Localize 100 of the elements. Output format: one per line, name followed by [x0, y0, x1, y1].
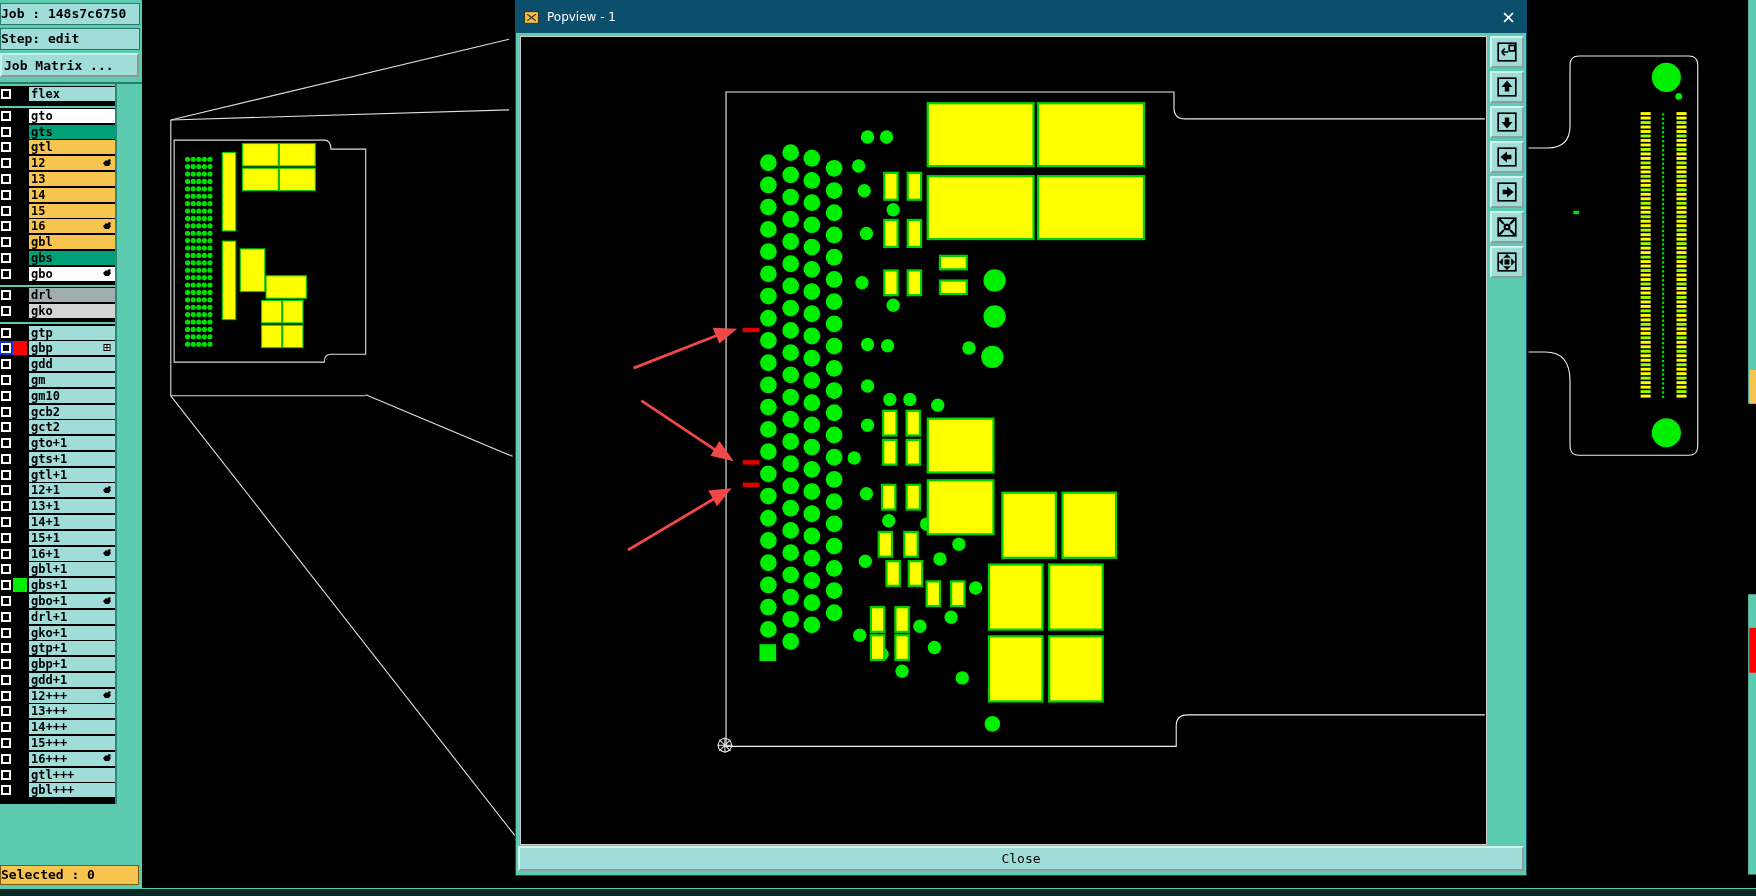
- layer-name[interactable]: gbp: [29, 341, 115, 356]
- layer-checkbox[interactable]: [1, 453, 11, 464]
- layer-checkbox[interactable]: [1, 268, 11, 279]
- layer-checkbox[interactable]: [1, 564, 11, 575]
- layer-name[interactable]: gto+1: [29, 436, 115, 451]
- close-button[interactable]: Close: [518, 846, 1524, 871]
- layer-name[interactable]: 13: [29, 172, 115, 186]
- layer-name[interactable]: gts: [29, 124, 115, 139]
- layer-checkbox[interactable]: [1, 501, 11, 512]
- layer-checkbox[interactable]: [1, 674, 11, 685]
- layer-name[interactable]: 12+++: [29, 688, 115, 703]
- layer-checkbox[interactable]: [1, 189, 11, 200]
- layer-checkbox[interactable]: [1, 327, 11, 338]
- layer-name[interactable]: 12+1: [29, 483, 115, 498]
- layer-checkbox[interactable]: [1, 722, 11, 733]
- layer-checkbox[interactable]: [1, 438, 11, 449]
- layer-checkbox[interactable]: [1, 126, 11, 137]
- layer-name[interactable]: gbs: [29, 250, 115, 265]
- layer-checkbox[interactable]: [1, 485, 11, 496]
- layer-checkbox[interactable]: [1, 627, 11, 638]
- toolbar-button[interactable]: [1490, 246, 1524, 278]
- layer-name[interactable]: flex: [29, 87, 115, 102]
- layer-checkbox[interactable]: [1, 738, 11, 748]
- layer-checkbox[interactable]: [1, 290, 11, 301]
- layer-name[interactable]: drl+1: [29, 609, 115, 624]
- layer-name[interactable]: 14+++: [29, 720, 115, 735]
- toolbar-button[interactable]: [1490, 211, 1524, 243]
- layer-checkbox[interactable]: [1, 595, 11, 606]
- layer-checkbox[interactable]: [1, 517, 11, 528]
- layer-checkbox[interactable]: [1, 469, 11, 480]
- layer-name[interactable]: 12: [29, 156, 115, 171]
- layer-name[interactable]: drl: [29, 288, 115, 303]
- layer-checkbox[interactable]: [1, 659, 11, 670]
- toolbar-button[interactable]: [1490, 141, 1524, 173]
- layer-name[interactable]: gbl+1: [29, 562, 115, 577]
- layer-name[interactable]: gtl+1: [29, 467, 115, 482]
- layer-name[interactable]: gtp+1: [29, 641, 115, 656]
- layer-name[interactable]: gbs+1: [29, 578, 115, 593]
- layer-checkbox[interactable]: [1, 769, 11, 780]
- defect-mark: [742, 327, 760, 333]
- layer-checkbox[interactable]: [1, 252, 11, 263]
- layer-name[interactable]: gm10: [29, 388, 115, 403]
- layer-checkbox[interactable]: [1, 110, 11, 121]
- layer-name[interactable]: 16+1: [29, 546, 115, 561]
- layer-checkbox[interactable]: [1, 375, 11, 385]
- layer-name[interactable]: 15: [29, 203, 115, 218]
- toolbar-button[interactable]: [1490, 176, 1524, 208]
- layer-name[interactable]: gbo+1: [29, 593, 115, 608]
- layer-checkbox[interactable]: [1, 643, 11, 654]
- layer-color-swatch[interactable]: [13, 578, 27, 593]
- layer-name[interactable]: 16: [29, 219, 115, 234]
- layer-checkbox[interactable]: [1, 611, 11, 622]
- layer-name[interactable]: 13+1: [29, 499, 115, 514]
- defect-mark: [742, 460, 760, 465]
- layer-color-swatch[interactable]: [13, 341, 27, 356]
- layer-name[interactable]: gtl+++: [29, 767, 115, 782]
- layer-checkbox[interactable]: [1, 205, 11, 216]
- layer-name[interactable]: gko+1: [29, 625, 115, 640]
- layer-checkbox[interactable]: [1, 221, 11, 232]
- layer-checkbox[interactable]: [1, 753, 11, 764]
- layer-name[interactable]: gdd+1: [29, 672, 115, 687]
- layer-name[interactable]: gbl: [29, 235, 115, 250]
- layer-name[interactable]: gcb2: [29, 404, 115, 419]
- layer-checkbox[interactable]: [1, 142, 11, 153]
- toolbar-button[interactable]: [1490, 71, 1524, 103]
- layer-name[interactable]: gct2: [29, 420, 115, 435]
- layer-name[interactable]: gm: [29, 373, 115, 387]
- layer-name[interactable]: 15+++: [29, 736, 115, 750]
- layer-name[interactable]: 16+++: [29, 751, 115, 766]
- layer-checkbox[interactable]: [1, 174, 11, 184]
- layer-name[interactable]: gbl+++: [29, 783, 115, 798]
- job-matrix-button[interactable]: Job Matrix ...: [0, 53, 139, 77]
- layer-checkbox[interactable]: [1, 359, 11, 370]
- layer-checkbox[interactable]: [1, 89, 11, 100]
- layer-checkbox[interactable]: [1, 390, 11, 401]
- layer-name[interactable]: 14: [29, 187, 115, 202]
- layer-name[interactable]: 14+1: [29, 515, 115, 530]
- toolbar-button[interactable]: [1490, 36, 1524, 68]
- layer-checkbox[interactable]: [1, 785, 11, 796]
- layer-name[interactable]: gko: [29, 304, 115, 319]
- layer-name[interactable]: gto: [29, 108, 115, 123]
- layer-checkbox[interactable]: [1, 406, 11, 417]
- layer-name[interactable]: 15+1: [29, 530, 115, 545]
- layer-name[interactable]: gtp: [29, 325, 115, 340]
- layer-checkbox[interactable]: [1, 422, 11, 433]
- layer-name[interactable]: gdd: [29, 357, 115, 372]
- layer-name[interactable]: gtl: [29, 140, 115, 155]
- layer-checkbox[interactable]: [1, 706, 11, 717]
- layer-checkbox[interactable]: [1, 548, 11, 559]
- toolbar-button[interactable]: [1490, 106, 1524, 138]
- layer-checkbox[interactable]: [1, 580, 11, 591]
- layer-checkbox[interactable]: [1, 690, 11, 701]
- layer-checkbox[interactable]: [1, 532, 11, 543]
- layer-checkbox[interactable]: [1, 237, 11, 248]
- layer-name[interactable]: gbp+1: [29, 657, 115, 672]
- layer-checkbox[interactable]: [1, 306, 11, 317]
- layer-checkbox[interactable]: [1, 158, 11, 169]
- layer-name[interactable]: gts+1: [29, 451, 115, 466]
- layer-name[interactable]: gbo: [29, 266, 115, 281]
- layer-name[interactable]: 13+++: [29, 704, 115, 719]
